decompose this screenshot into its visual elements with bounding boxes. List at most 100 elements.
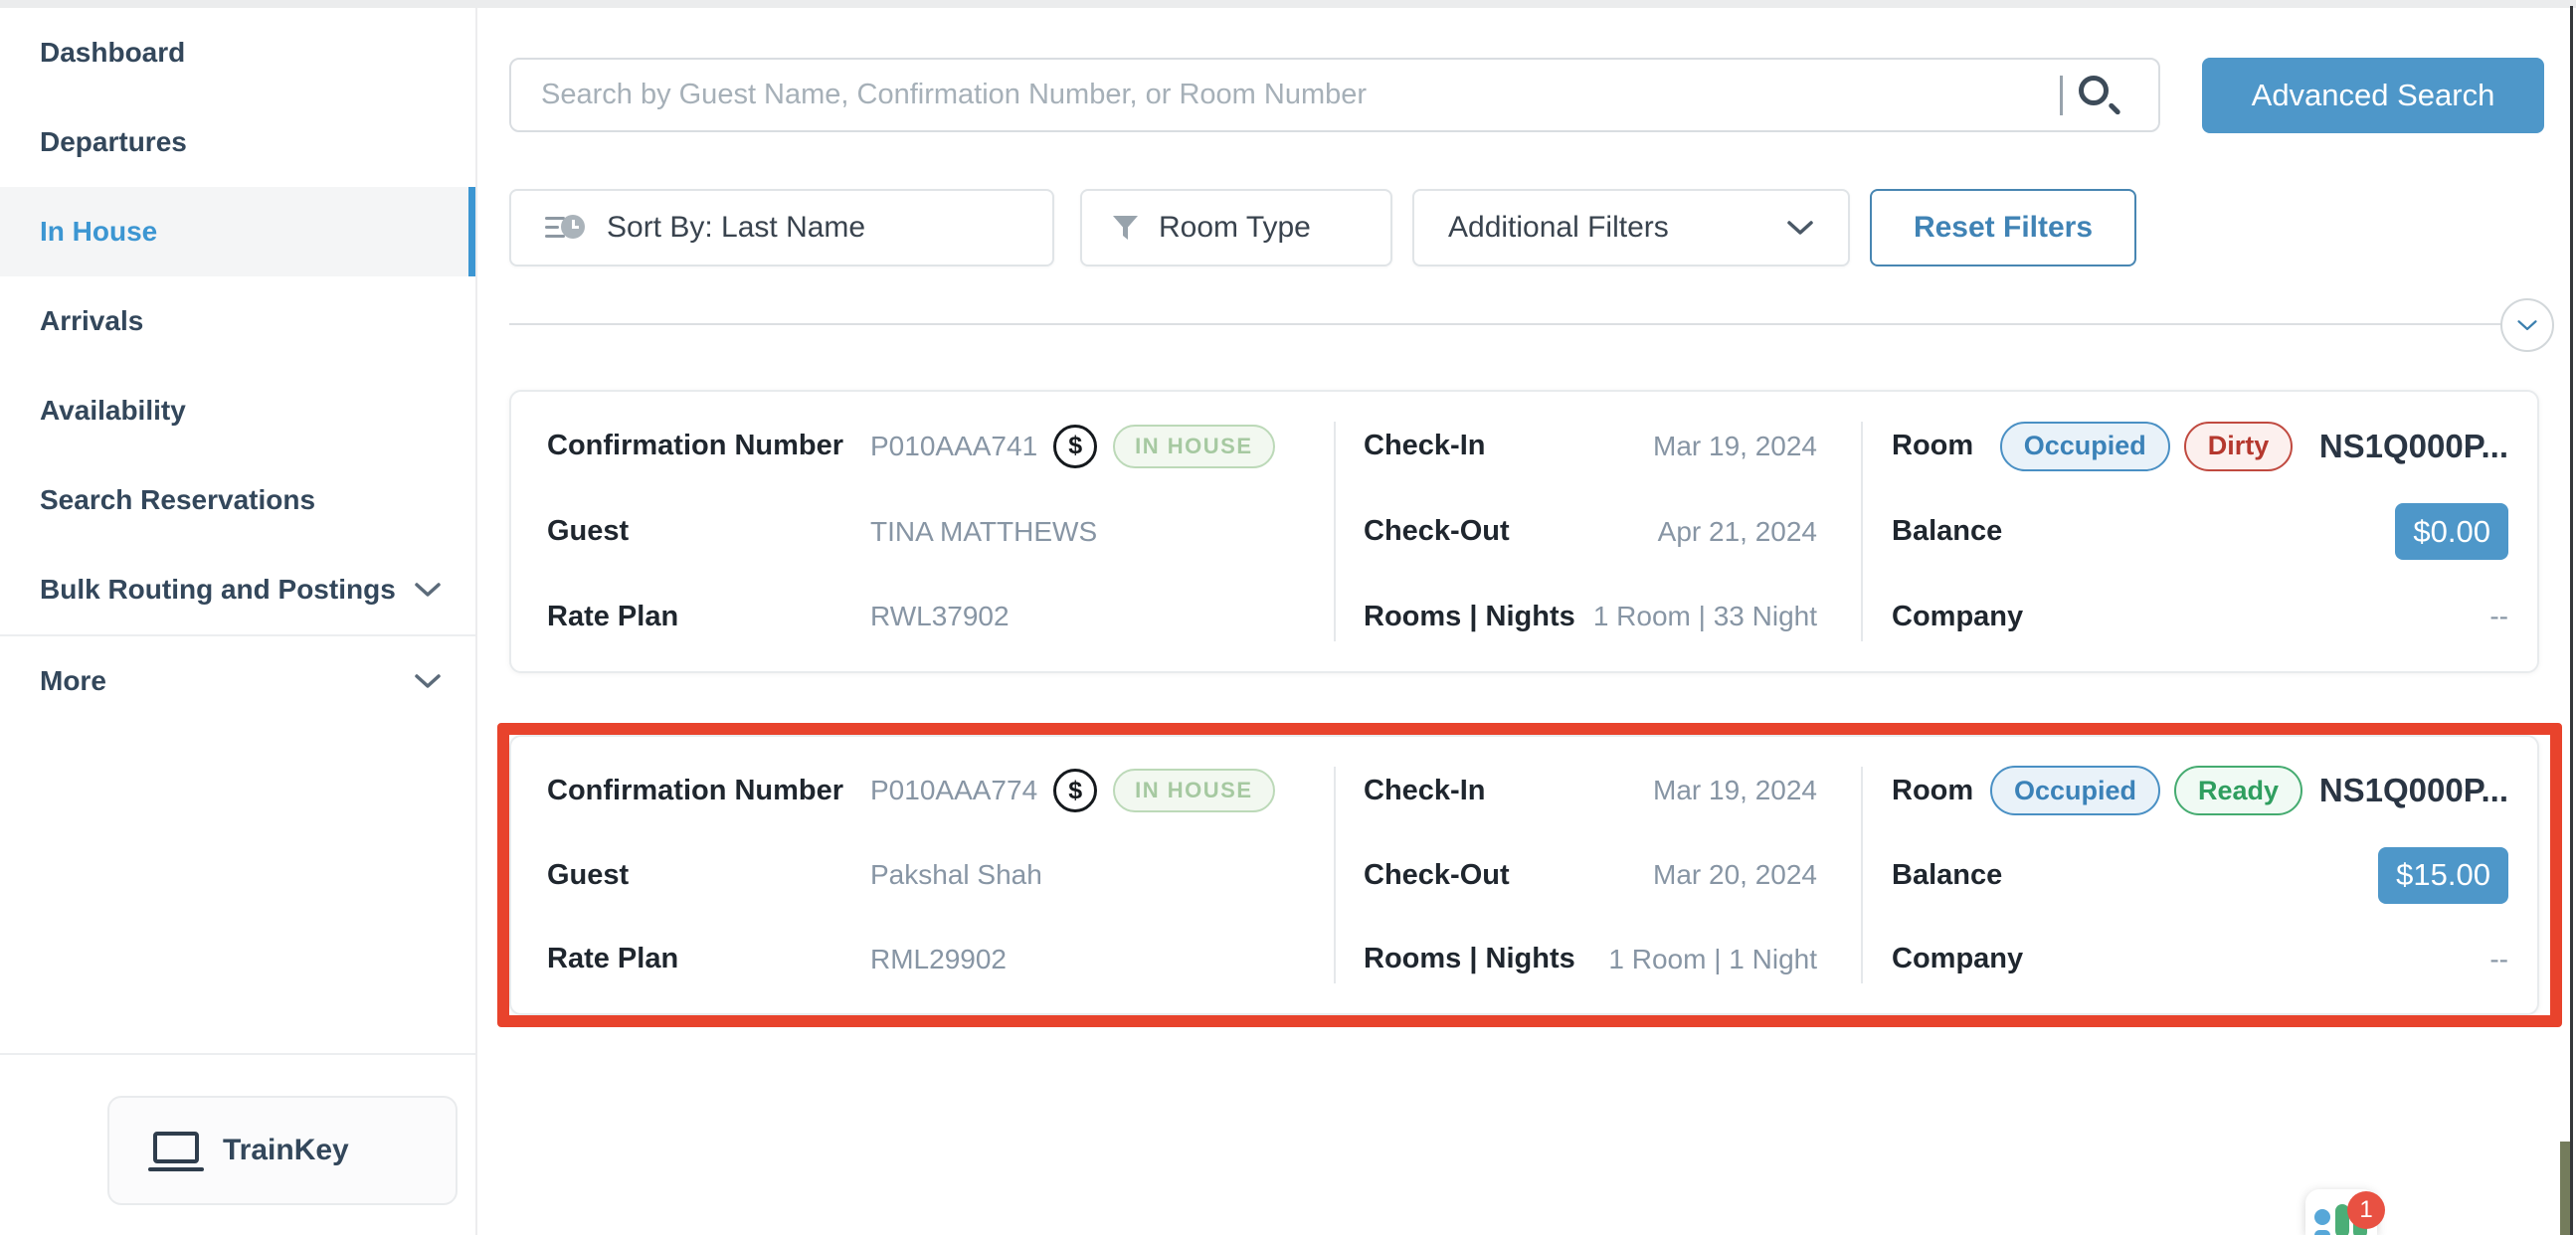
sort-recent-icon — [545, 213, 585, 243]
rooms-nights-label: Rooms | Nights — [1364, 601, 1575, 633]
balance-label: Balance — [1892, 859, 2002, 892]
card-room-column: Room Occupied Dirty NS1Q000P... Balance … — [1892, 404, 2508, 659]
laptop-icon — [153, 1132, 199, 1163]
room-number-value: NS1Q000P... — [2319, 428, 2508, 465]
company-value: -- — [2489, 601, 2508, 632]
chevron-down-icon — [2516, 319, 2538, 332]
list-collapse-divider — [509, 323, 2501, 325]
rate-plan-value: RML29902 — [870, 944, 1007, 975]
confirmation-number-value: P010AAA741 — [870, 431, 1037, 462]
trainkey-label: TrainKey — [223, 1134, 349, 1167]
occupancy-status-pill: Occupied — [2000, 422, 2170, 471]
sidebar-item-availability[interactable]: Availability — [0, 366, 475, 455]
search-box — [509, 58, 2160, 132]
company-value: -- — [2489, 944, 2508, 975]
guest-label: Guest — [547, 859, 870, 892]
balance-button[interactable]: $15.00 — [2378, 847, 2508, 904]
check-out-value: Mar 20, 2024 — [1653, 859, 1817, 891]
status-badge: IN HOUSE — [1113, 425, 1274, 468]
check-in-label: Check-In — [1364, 430, 1485, 462]
card-dates-column: Check-In Mar 19, 2024 Check-Out Apr 21, … — [1364, 404, 1817, 659]
card-room-column: Room Occupied Ready NS1Q000P... Balance … — [1892, 749, 2508, 1001]
search-input[interactable] — [509, 58, 2160, 132]
check-in-value: Mar 19, 2024 — [1653, 775, 1817, 806]
card-guest-column: Confirmation Number P010AAA741 $ IN HOUS… — [547, 404, 1323, 659]
confirmation-number-label: Confirmation Number — [547, 775, 870, 807]
chevron-down-icon — [414, 582, 442, 599]
sidebar-item-label: Search Reservations — [40, 484, 315, 516]
window-top-strip — [0, 0, 2576, 8]
sidebar-item-label: Departures — [40, 126, 187, 158]
reset-filters-button[interactable]: Reset Filters — [1870, 189, 2136, 266]
filter-funnel-icon — [1112, 215, 1139, 242]
chevron-down-icon — [1786, 220, 1814, 237]
sidebar-item-bulk-routing[interactable]: Bulk Routing and Postings — [0, 545, 475, 634]
sidebar-item-in-house[interactable]: In House — [0, 187, 475, 276]
sidebar-nav: Dashboard Departures In House Arrivals A… — [0, 8, 475, 726]
additional-filters-label: Additional Filters — [1448, 211, 1669, 245]
room-number-value: NS1Q000P... — [2319, 772, 2508, 809]
card-dates-column: Check-In Mar 19, 2024 Check-Out Mar 20, … — [1364, 749, 1817, 1001]
card-column-divider — [1861, 767, 1863, 983]
company-label: Company — [1892, 943, 2023, 975]
company-label: Company — [1892, 601, 2023, 633]
notification-badge: 1 — [2347, 1191, 2385, 1229]
rate-plan-label: Rate Plan — [547, 601, 870, 633]
confirmation-number-value: P010AAA774 — [870, 775, 1037, 806]
status-badge: IN HOUSE — [1113, 769, 1274, 812]
card-guest-column: Confirmation Number P010AAA774 $ IN HOUS… — [547, 749, 1323, 1001]
sort-by-dropdown[interactable]: Sort By: Last Name — [509, 189, 1054, 266]
additional-filters-dropdown[interactable]: Additional Filters — [1412, 189, 1850, 266]
confirmation-number-label: Confirmation Number — [547, 430, 870, 462]
advanced-search-button[interactable]: Advanced Search — [2202, 58, 2544, 133]
trainkey-button[interactable]: TrainKey — [107, 1096, 458, 1205]
balance-label: Balance — [1892, 515, 2002, 548]
check-in-value: Mar 19, 2024 — [1653, 431, 1817, 462]
room-type-label: Room Type — [1159, 211, 1311, 245]
guest-value: TINA MATTHEWS — [870, 516, 1097, 548]
folio-dollar-icon[interactable]: $ — [1053, 425, 1097, 468]
reservation-card[interactable]: Confirmation Number P010AAA774 $ IN HOUS… — [509, 735, 2539, 1015]
sidebar-item-search-reservations[interactable]: Search Reservations — [0, 455, 475, 545]
rooms-nights-label: Rooms | Nights — [1364, 943, 1575, 975]
occupancy-status-pill: Occupied — [1990, 766, 2160, 815]
in-house-page: Dashboard Departures In House Arrivals A… — [0, 0, 2576, 1235]
chevron-down-icon — [414, 673, 442, 690]
housekeeping-status-pill: Dirty — [2184, 422, 2294, 471]
card-column-divider — [1334, 767, 1336, 983]
rooms-nights-value: 1 Room | 1 Night — [1608, 944, 1817, 975]
rate-plan-label: Rate Plan — [547, 943, 870, 975]
rooms-nights-value: 1 Room | 33 Night — [1593, 601, 1817, 632]
sidebar-item-label: Bulk Routing and Postings — [40, 574, 396, 606]
room-type-dropdown[interactable]: Room Type — [1080, 189, 1392, 266]
rate-plan-value: RWL37902 — [870, 601, 1010, 632]
search-separator — [2060, 76, 2063, 115]
reservation-card[interactable]: Confirmation Number P010AAA741 $ IN HOUS… — [509, 390, 2539, 673]
check-out-value: Apr 21, 2024 — [1658, 516, 1817, 548]
sidebar: Dashboard Departures In House Arrivals A… — [0, 8, 477, 1235]
sidebar-item-label: Dashboard — [40, 37, 185, 69]
sidebar-item-dashboard[interactable]: Dashboard — [0, 8, 475, 97]
housekeeping-status-pill: Ready — [2174, 766, 2302, 815]
sidebar-footer-divider — [0, 1053, 475, 1055]
sidebar-item-label: Arrivals — [40, 305, 143, 337]
sidebar-item-more[interactable]: More — [0, 636, 475, 726]
check-in-label: Check-In — [1364, 775, 1485, 807]
card-column-divider — [1861, 422, 1863, 641]
sidebar-item-departures[interactable]: Departures — [0, 97, 475, 187]
room-label: Room — [1892, 430, 1973, 462]
screen-edge-line — [2570, 6, 2573, 1235]
sort-by-label: Sort By: Last Name — [607, 211, 865, 245]
sidebar-item-label: In House — [40, 216, 157, 248]
check-out-label: Check-Out — [1364, 859, 1510, 892]
check-out-label: Check-Out — [1364, 515, 1510, 548]
room-label: Room — [1892, 775, 1973, 807]
balance-button[interactable]: $0.00 — [2395, 503, 2508, 560]
sidebar-item-arrivals[interactable]: Arrivals — [0, 276, 475, 366]
card-column-divider — [1334, 422, 1336, 641]
collapse-list-button[interactable] — [2500, 298, 2554, 352]
folio-dollar-icon[interactable]: $ — [1053, 769, 1097, 812]
sidebar-item-label: Availability — [40, 395, 186, 427]
guest-label: Guest — [547, 515, 870, 548]
search-icon[interactable] — [2077, 74, 2120, 117]
